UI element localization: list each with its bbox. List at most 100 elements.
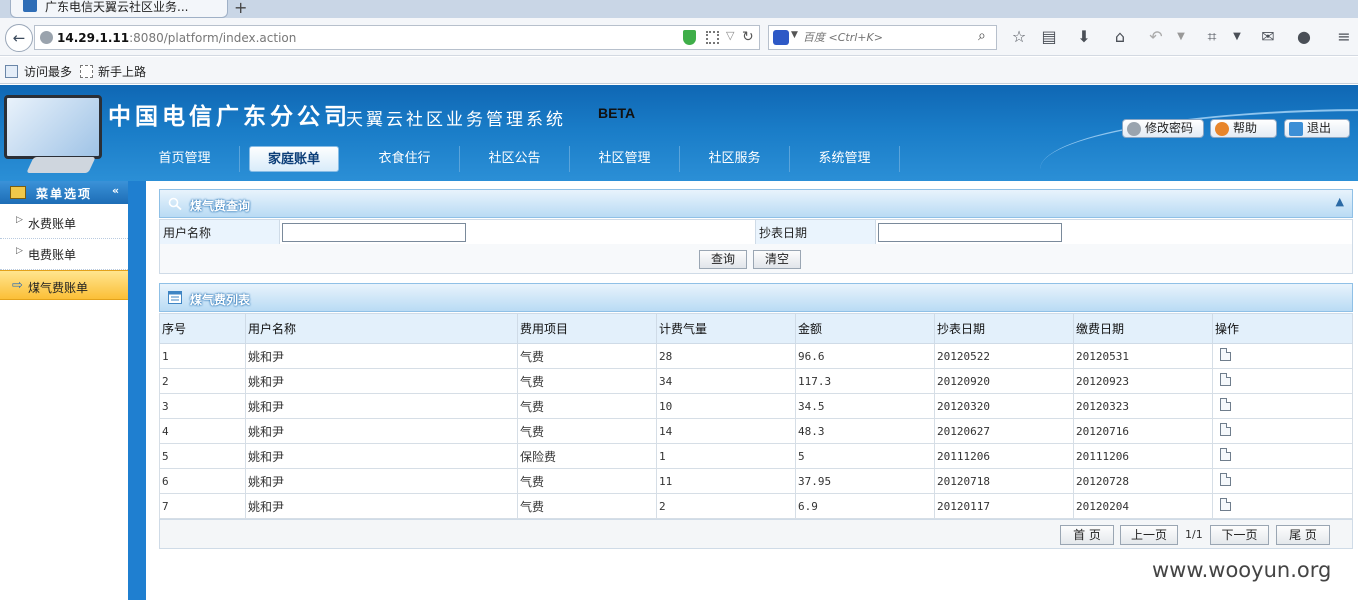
cell-item: 气费 [517,418,657,444]
reading-list-icon[interactable]: ▤ [1038,26,1060,48]
bookmark-most-visited[interactable]: 访问最多 [24,63,72,80]
beta-badge: BETA [598,105,636,121]
qr-code-icon[interactable] [706,31,719,44]
nav-home-management[interactable]: 首页管理 [130,146,240,172]
sidebar-item-label: 水费账单 [28,217,77,231]
prev-page-button[interactable]: 上一页 [1120,525,1178,545]
sidebar-item-electricity-bill[interactable]: ▷ 电费账单 [0,238,128,268]
triangle-right-icon: ▷ [16,246,23,256]
cell-payment-date: 20111206 [1073,443,1213,469]
query-button[interactable]: 查询 [699,250,747,269]
cell-user: 姚和尹 [245,418,518,444]
change-password-button[interactable]: 修改密码 [1122,119,1204,138]
cell-amount: 5 [795,443,935,469]
next-page-button[interactable]: 下一页 [1210,525,1269,545]
undo-dropdown-icon[interactable]: ▼ [1170,26,1192,48]
reload-icon[interactable]: ↻ [742,29,754,45]
nav-community-management[interactable]: 社区管理 [570,146,680,172]
cell-index: 4 [159,418,246,444]
cell-payment-date: 20120323 [1073,393,1213,419]
bookmark-star-icon[interactable]: ☆ [1008,26,1030,48]
url-dropdown-icon[interactable]: ▽ [726,29,734,42]
help-button[interactable]: 帮助 [1210,119,1277,138]
view-detail-icon[interactable] [1220,498,1231,511]
clear-button[interactable]: 清空 [753,250,801,269]
cell-reading-date: 20120627 [934,418,1074,444]
browser-tab[interactable]: 广东电信天翼云社区业务... [10,0,228,18]
download-icon[interactable]: ⬇ [1073,26,1095,48]
shield-icon[interactable] [683,30,696,45]
last-page-button[interactable]: 尾 页 [1276,525,1330,545]
col-header-user: 用户名称 [245,313,518,344]
search-icon[interactable]: ⌕ [978,28,986,44]
table-row: 6 姚和尹 气费 11 37.95 20120718 20120728 [159,468,1353,494]
gas-bill-table: 序号 用户名称 费用项目 计费气量 金额 抄表日期 缴费日期 操作 1 姚和尹 气费… [159,313,1353,519]
cell-index: 1 [159,343,246,369]
user-name-input[interactable] [282,222,466,242]
chat-icon[interactable]: ✉ [1257,26,1279,48]
crop-dropdown-icon[interactable]: ▼ [1226,26,1248,48]
view-detail-icon[interactable] [1220,423,1231,436]
query-actions: 查询 清空 [159,244,1353,274]
nav-community-service[interactable]: 社区服务 [680,146,790,172]
nav-community-notice[interactable]: 社区公告 [460,146,570,172]
cell-amount: 34.5 [795,393,935,419]
undo-icon[interactable]: ↶ [1145,26,1167,48]
cell-item: 气费 [517,368,657,394]
cell-reading-date: 20120920 [934,368,1074,394]
user-icon[interactable]: ● [1293,26,1315,48]
nav-daily-life[interactable]: 衣食住行 [350,146,460,172]
cell-reading-date: 20120320 [934,393,1074,419]
table-row: 7 姚和尹 气费 2 6.9 20120117 20120204 [159,493,1353,519]
nav-family-bills[interactable]: 家庭账单 [249,146,339,172]
sidebar-item-gas-bill[interactable]: ⇨ 煤气费账单 [0,270,128,300]
logout-button[interactable]: 退出 [1284,119,1350,138]
cell-payment-date: 20120923 [1073,368,1213,394]
engine-dropdown-icon[interactable]: ▼ [791,30,798,40]
cell-actions [1212,393,1353,419]
site-favicon-icon [23,0,37,12]
cell-payment-date: 20120204 [1073,493,1213,519]
collapse-sidebar-icon[interactable]: « [112,184,119,197]
cell-reading-date: 20120117 [934,493,1074,519]
col-header-index: 序号 [159,313,246,344]
help-label: 帮助 [1233,121,1258,135]
address-url: 14.29.1.11:8080/platform/index.action [57,31,296,45]
arrow-right-icon: ⇨ [12,278,23,293]
view-detail-icon[interactable] [1220,473,1231,486]
reading-date-input[interactable] [878,222,1062,242]
page-info: 1/1 [1185,528,1203,541]
view-detail-icon[interactable] [1220,448,1231,461]
cell-item: 气费 [517,343,657,369]
gear-icon [1127,122,1141,136]
home-icon[interactable]: ⌂ [1109,26,1131,48]
baidu-paw-icon[interactable] [773,30,789,45]
address-bar[interactable]: 14.29.1.11:8080/platform/index.action ▽ … [34,25,760,50]
view-detail-icon[interactable] [1220,398,1231,411]
cell-amount: 6.9 [795,493,935,519]
sidebar: 菜单选项 « ▷ 水费账单 ▷ 电费账单 ⇨ 煤气费账单 [0,181,146,600]
nav-system-management[interactable]: 系统管理 [790,146,900,172]
collapse-panel-icon[interactable]: ▲ [1336,195,1344,208]
table-row: 5 姚和尹 保险费 1 5 20111206 20111206 [159,443,1353,469]
sidebar-item-label: 煤气费账单 [28,281,89,295]
table-row: 1 姚和尹 气费 28 96.6 20120522 20120531 [159,343,1353,369]
cell-amount: 96.6 [795,343,935,369]
cell-item: 气费 [517,393,657,419]
new-tab-button[interactable]: + [234,0,247,17]
cell-index: 6 [159,468,246,494]
first-page-button[interactable]: 首 页 [1060,525,1114,545]
cell-actions [1212,468,1353,494]
menu-icon[interactable]: ≡ [1333,26,1355,48]
cell-payment-date: 20120716 [1073,418,1213,444]
sidebar-splitter[interactable] [128,181,146,600]
bookmark-getting-started[interactable]: 新手上路 [98,63,146,80]
crop-icon[interactable]: ⌗ [1201,26,1223,48]
view-detail-icon[interactable] [1220,373,1231,386]
back-button[interactable]: ← [5,24,33,52]
view-detail-icon[interactable] [1220,348,1231,361]
cell-user: 姚和尹 [245,468,518,494]
sidebar-item-water-bill[interactable]: ▷ 水费账单 [0,207,128,237]
search-input[interactable] [803,29,973,46]
table-row: 3 姚和尹 气费 10 34.5 20120320 20120323 [159,393,1353,419]
